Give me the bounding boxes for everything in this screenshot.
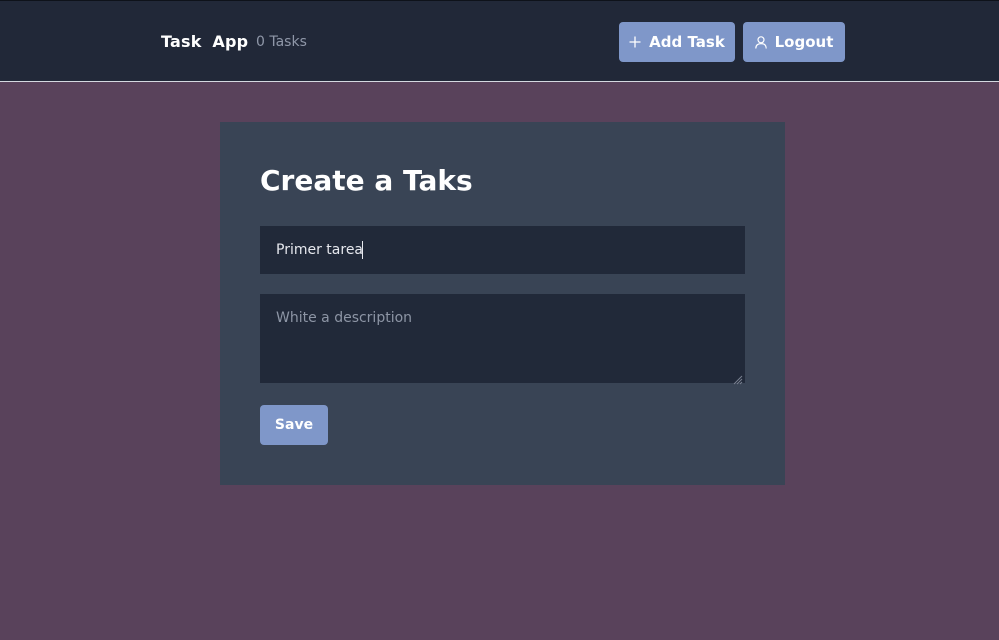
logout-button[interactable]: Logout (743, 22, 845, 62)
brand-title[interactable]: Task App (161, 32, 248, 51)
navbar: Task App 0 Tasks Add Task Logout (0, 0, 999, 82)
logout-label: Logout (774, 33, 834, 51)
user-icon (754, 35, 767, 49)
add-task-label: Add Task (649, 33, 725, 51)
add-task-button[interactable]: Add Task (619, 22, 735, 62)
resize-grip-icon[interactable] (732, 370, 743, 385)
text-caret (362, 241, 363, 259)
save-button[interactable]: Save (260, 405, 328, 445)
task-count: 0 Tasks (256, 34, 307, 50)
task-title-input[interactable] (260, 226, 745, 274)
form-title: Create a Taks (260, 164, 473, 197)
task-description-input[interactable] (260, 294, 745, 383)
create-task-card: Create a Taks Save (220, 122, 785, 485)
plus-icon (629, 36, 641, 48)
